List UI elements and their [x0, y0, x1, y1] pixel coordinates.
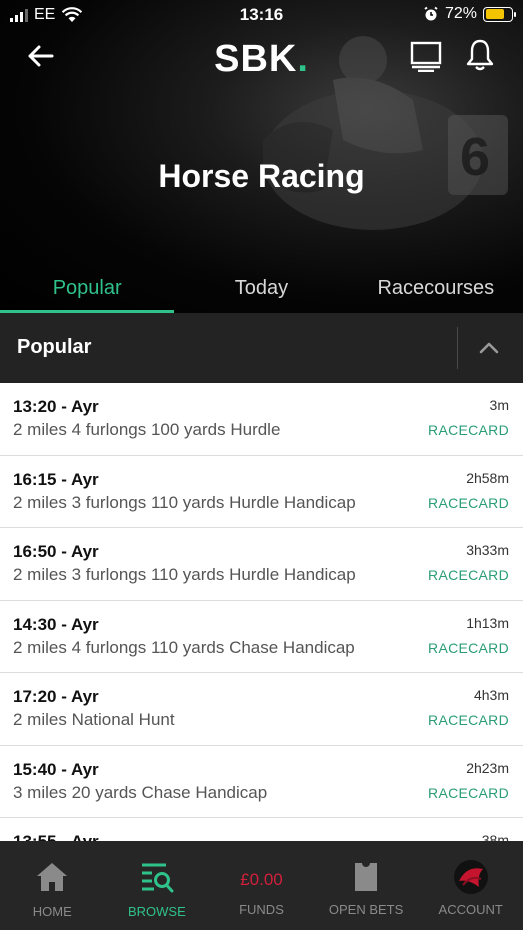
bottom-nav: HOME BROWSE £0.00 FUNDS OPEN BETS ACCOUN… — [0, 841, 523, 930]
funds-balance: £0.00 — [240, 870, 283, 889]
race-description: 2 miles 3 furlongs 110 yards Hurdle Hand… — [13, 565, 356, 584]
race-row[interactable]: 13:55 - Ayr 38m — [0, 818, 523, 841]
race-row[interactable]: 14:30 - Ayr 2 miles 4 furlongs 110 yards… — [0, 601, 523, 673]
battery-icon — [483, 6, 516, 22]
browse-search-icon — [141, 863, 174, 893]
popular-section-header[interactable]: Popular — [0, 313, 523, 383]
race-countdown: 4h3m — [473, 687, 509, 703]
race-row[interactable]: 16:50 - Ayr 2 miles 3 furlongs 110 yards… — [0, 528, 523, 601]
chevron-up-icon[interactable] — [476, 335, 502, 361]
nav-open-bets[interactable]: OPEN BETS — [314, 841, 419, 930]
bell-icon[interactable] — [465, 38, 495, 72]
race-row[interactable]: 15:40 - Ayr 3 miles 20 yards Chase Handi… — [0, 746, 523, 818]
race-title: 16:15 - Ayr — [13, 469, 99, 489]
nav-browse-label: BROWSE — [127, 904, 186, 919]
sbk-logo: SBK. — [0, 38, 523, 81]
race-row[interactable]: 16:15 - Ayr 2 miles 3 furlongs 110 yards… — [0, 456, 523, 528]
logo-text: SBK — [214, 38, 298, 80]
racecard-link[interactable]: RACECARD — [428, 567, 509, 583]
race-title: 13:20 - Ayr — [13, 397, 99, 416]
tab-bar: Popular Today Racecourses — [0, 267, 523, 313]
race-list: 13:20 - Ayr 2 miles 4 furlongs 100 yards… — [0, 383, 523, 841]
racecard-link[interactable]: RACECARD — [428, 785, 509, 801]
page-title: Horse Racing — [158, 158, 365, 194]
racecard-link[interactable]: RACECARD — [428, 495, 509, 511]
race-description: 2 miles 3 furlongs 110 yards Hurdle Hand… — [13, 492, 356, 512]
race-description: 2 miles National Hunt — [13, 710, 175, 729]
race-description: 2 miles 4 furlongs 110 yards Chase Handi… — [13, 637, 355, 657]
nav-home-label: HOME — [32, 904, 72, 919]
race-description: 2 miles 4 furlongs 100 yards Hurdle — [13, 420, 281, 439]
race-title: 17:20 - Ayr — [13, 687, 99, 706]
nav-account-label: ACCOUNT — [438, 902, 503, 917]
race-title: 15:40 - Ayr — [13, 759, 99, 779]
nav-open-bets-label: OPEN BETS — [328, 902, 404, 917]
racecard-link[interactable]: RACECARD — [428, 712, 509, 728]
nav-browse[interactable]: BROWSE — [105, 841, 210, 930]
nav-account[interactable]: ACCOUNT — [418, 841, 523, 930]
home-icon — [37, 863, 68, 891]
racecard-link[interactable]: RACECARD — [428, 422, 509, 438]
race-title: 14:30 - Ayr — [13, 614, 99, 634]
race-title: 13:55 - Ayr — [13, 832, 99, 841]
alarm-icon — [424, 6, 438, 21]
tv-stream-icon[interactable] — [409, 40, 443, 72]
race-countdown: 38m — [481, 832, 509, 841]
tab-racecourses[interactable]: Racecourses — [349, 267, 523, 313]
tab-today[interactable]: Today — [174, 267, 348, 313]
logo-accent: . — [297, 38, 309, 80]
section-title: Popular — [17, 336, 92, 358]
nav-home[interactable]: HOME — [0, 841, 105, 930]
race-countdown: 2h58m — [466, 469, 509, 486]
nav-funds[interactable]: £0.00 FUNDS — [209, 841, 314, 930]
race-row[interactable]: 13:20 - Ayr 2 miles 4 furlongs 100 yards… — [0, 383, 523, 456]
section-divider — [457, 327, 458, 369]
race-title: 16:50 - Ayr — [13, 542, 99, 561]
status-right: 72% — [423, 5, 516, 23]
race-countdown: 3h33m — [466, 542, 509, 558]
bet-slip-icon — [355, 863, 378, 891]
battery-percent: 72% — [444, 5, 477, 22]
race-countdown: 3m — [489, 397, 509, 413]
tab-popular[interactable]: Popular — [0, 267, 175, 313]
account-avatar-icon — [453, 860, 488, 894]
race-countdown: 2h23m — [466, 759, 509, 776]
race-description: 3 miles 20 yards Chase Handicap — [13, 782, 268, 802]
racecard-link[interactable]: RACECARD — [428, 640, 509, 656]
race-countdown: 1h13m — [466, 614, 509, 631]
status-bar: EE 13:16 72% — [0, 0, 523, 30]
race-row[interactable]: 17:20 - Ayr 2 miles National Hunt 4h3m R… — [0, 673, 523, 746]
nav-funds-label: FUNDS — [239, 902, 284, 917]
